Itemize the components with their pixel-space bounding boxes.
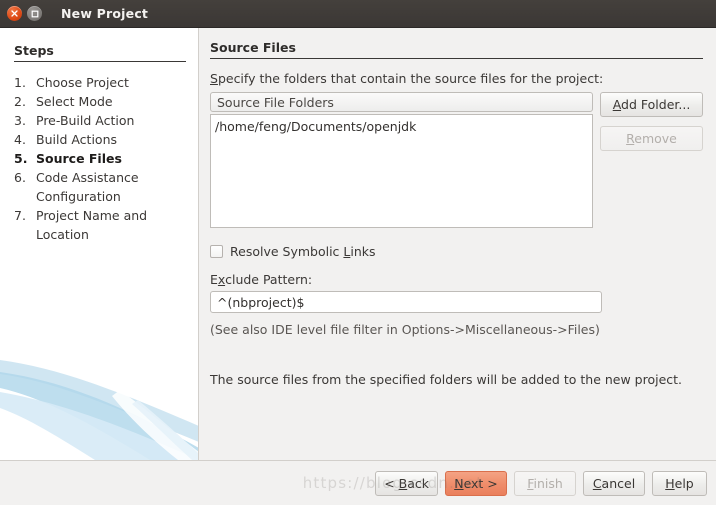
step-item: 5.Source Files: [14, 149, 186, 168]
steps-list: 1.Choose Project2.Select Mode3.Pre-Build…: [14, 73, 186, 244]
exclude-prefix: E: [210, 272, 218, 287]
add-folder-button[interactable]: Add Folder...: [600, 92, 703, 117]
step-item: 3.Pre-Build Action: [14, 111, 186, 130]
next-button[interactable]: Next >: [445, 471, 507, 496]
cancel-label: ancel: [602, 476, 636, 491]
add-folder-mnemonic: A: [613, 97, 621, 112]
dialog-content: Steps 1.Choose Project2.Select Mode3.Pre…: [0, 28, 716, 460]
cancel-mnemonic: C: [593, 476, 602, 491]
step-item: 2.Select Mode: [14, 92, 186, 111]
title-bar: New Project: [0, 0, 716, 28]
dialog-button-bar: < Back Next > Finish Cancel Help https:/…: [0, 460, 716, 505]
window-title: New Project: [61, 6, 148, 21]
add-folder-label: dd Folder...: [621, 97, 690, 112]
back-label: ack: [407, 476, 429, 491]
step-number: 5.: [14, 149, 36, 168]
exclude-pattern-label: Exclude Pattern:: [210, 272, 703, 287]
back-prefix: <: [384, 476, 398, 491]
step-number: 6.: [14, 168, 36, 187]
cancel-button[interactable]: Cancel: [583, 471, 645, 496]
step-label: Source Files: [36, 149, 186, 168]
decorative-swoosh-graphic: [0, 330, 199, 460]
ide-filter-note: (See also IDE level file filter in Optio…: [210, 322, 703, 337]
back-mnemonic: B: [399, 476, 408, 491]
close-icon[interactable]: [7, 6, 22, 21]
help-mnemonic: H: [665, 476, 674, 491]
maximize-icon[interactable]: [27, 6, 42, 21]
specify-mnemonic: S: [210, 71, 218, 86]
step-item: 1.Choose Project: [14, 73, 186, 92]
step-label: Code Assistance Configuration: [36, 168, 186, 206]
resolve-symbolic-links-label: Resolve Symbolic Links: [230, 244, 376, 259]
new-project-dialog: New Project Steps 1.Choose Project2.Sele…: [0, 0, 716, 505]
step-number: 2.: [14, 92, 36, 111]
remove-label: emove: [634, 131, 677, 146]
panel-title: Source Files: [210, 40, 703, 59]
folder-list-item[interactable]: /home/feng/Documents/openjdk: [215, 118, 592, 135]
step-label: Choose Project: [36, 73, 186, 92]
source-folders-list[interactable]: /home/feng/Documents/openjdk: [210, 114, 593, 228]
step-label: Project Name and Location: [36, 206, 186, 244]
step-number: 4.: [14, 130, 36, 149]
specify-folders-label: Specify the folders that contain the sou…: [210, 71, 703, 86]
step-item: 6.Code Assistance Configuration: [14, 168, 186, 206]
step-label: Select Mode: [36, 92, 186, 111]
step-number: 3.: [14, 111, 36, 130]
exclude-pattern-input[interactable]: ^(nbproject)$: [210, 291, 602, 313]
steps-panel: Steps 1.Choose Project2.Select Mode3.Pre…: [0, 28, 199, 460]
help-label: elp: [675, 476, 694, 491]
help-button[interactable]: Help: [652, 471, 707, 496]
steps-heading: Steps: [14, 43, 186, 62]
step-item: 4.Build Actions: [14, 130, 186, 149]
resolve-prefix: Resolve Symbolic: [230, 244, 343, 259]
resolve-symbolic-links-row[interactable]: Resolve Symbolic Links: [210, 244, 703, 259]
step-label: Build Actions: [36, 130, 186, 149]
source-files-description: The source files from the specified fold…: [210, 371, 690, 388]
next-label: ext >: [464, 476, 498, 491]
maximize-glyph: [31, 10, 39, 18]
close-glyph: [11, 10, 18, 17]
finish-label: inish: [533, 476, 562, 491]
exclude-rest: clude Pattern:: [225, 272, 312, 287]
back-button[interactable]: < Back: [375, 471, 438, 496]
resolve-symbolic-links-checkbox[interactable]: [210, 245, 223, 258]
step-item: 7.Project Name and Location: [14, 206, 186, 244]
source-files-panel: Source Files Specify the folders that co…: [199, 28, 716, 460]
step-number: 1.: [14, 73, 36, 92]
resolve-rest: inks: [350, 244, 375, 259]
source-file-folders-header: Source File Folders: [210, 92, 593, 112]
remove-button[interactable]: Remove: [600, 126, 703, 151]
step-label: Pre-Build Action: [36, 111, 186, 130]
step-number: 7.: [14, 206, 36, 225]
folders-row: Source File Folders /home/feng/Documents…: [210, 92, 703, 228]
next-mnemonic: N: [454, 476, 463, 491]
finish-button[interactable]: Finish: [514, 471, 576, 496]
specify-text: pecify the folders that contain the sour…: [218, 71, 603, 86]
